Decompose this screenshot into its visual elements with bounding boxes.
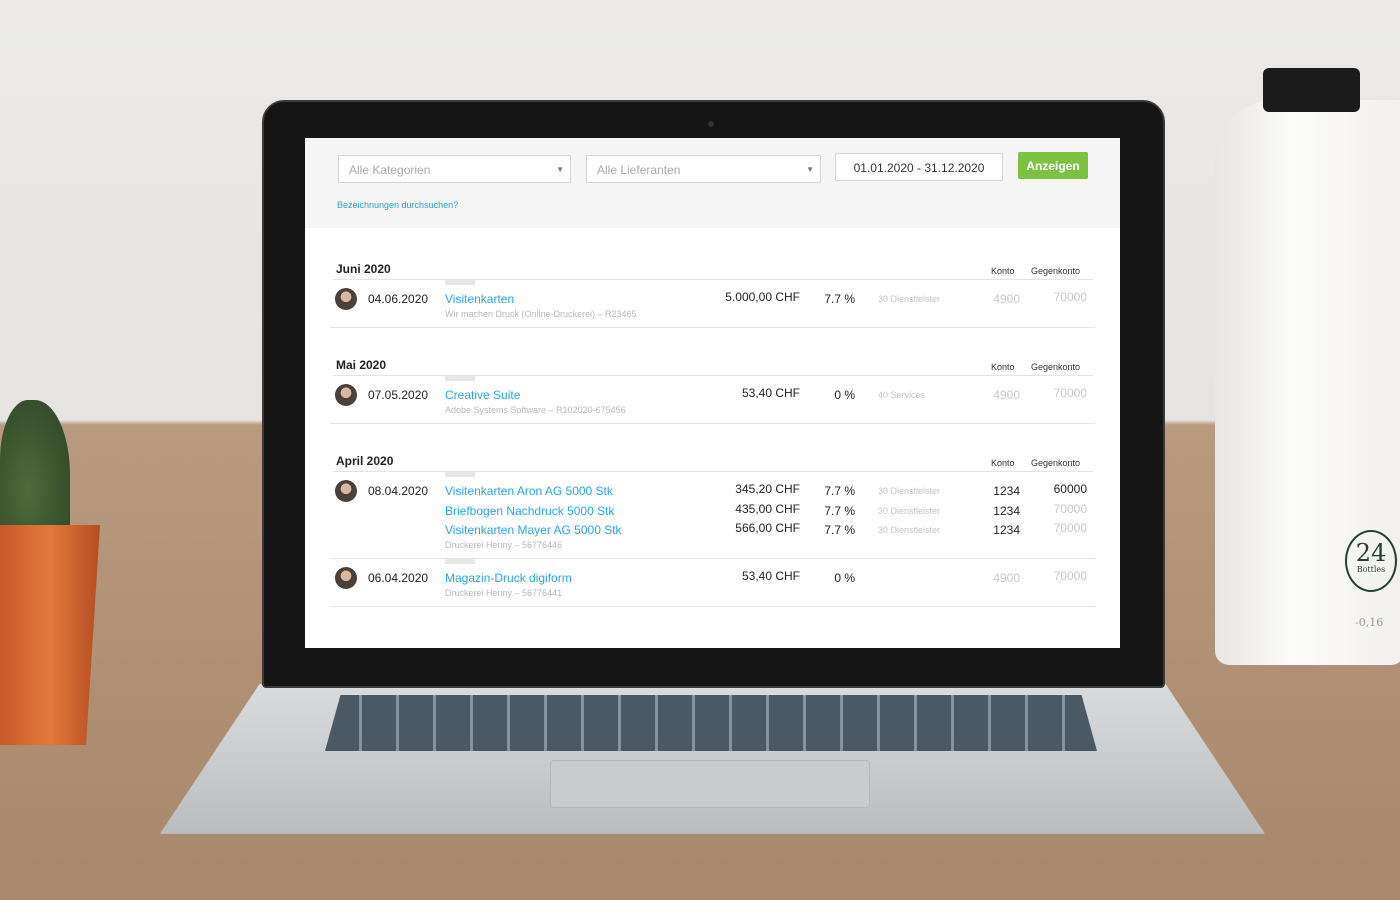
camera	[708, 121, 714, 127]
line-amount: 435,00 CHF	[735, 501, 800, 516]
avatar	[335, 567, 357, 589]
entry-supplier: Druckerei Henny – 56776441	[445, 588, 563, 598]
keyboard	[325, 695, 1097, 751]
bottle-text: -0,16	[1355, 616, 1384, 629]
section-title: Juni 2020	[336, 262, 391, 276]
divider	[330, 423, 1095, 424]
row-handle[interactable]	[445, 559, 475, 564]
divider	[330, 327, 1095, 328]
entry-supplier: Wir machen Druck (Online-Druckerei) – R2…	[445, 309, 637, 319]
line-vat: 7.7 %	[824, 503, 855, 518]
entry-supplier: Druckerei Henny – 56776446	[445, 540, 563, 550]
avatar	[335, 480, 357, 502]
line-gegenkonto[interactable]: 70000	[1027, 569, 1087, 583]
entry-date: 08.04.2020	[368, 484, 429, 498]
line-category[interactable]: 30 Dienstleister	[878, 525, 940, 535]
entry-date: 06.04.2020	[368, 571, 429, 585]
avatar	[335, 288, 357, 310]
line-konto[interactable]: 4900	[960, 292, 1020, 306]
line-category[interactable]: 30 Dienstleister	[878, 506, 940, 516]
show-button[interactable]: Anzeigen	[1018, 152, 1088, 179]
line-amount: 53,40 CHF	[741, 569, 800, 583]
chevron-down-icon: ▼	[556, 165, 564, 174]
line-category[interactable]: 30 Dienstleister	[878, 486, 940, 496]
konto-header: Konto	[991, 458, 1015, 468]
supplier-placeholder: Alle Lieferanten	[597, 163, 681, 177]
line-description[interactable]: Briefbogen Nachdruck 5000 Stk	[445, 504, 614, 518]
line-gegenkonto[interactable]: 70000	[1027, 502, 1087, 516]
gegenkonto-header: Gegenkonto	[1031, 266, 1081, 276]
filter-bar: Alle Kategorien ▼ Alle Lieferanten ▼ 01.01…	[305, 138, 1120, 228]
line-category[interactable]: 40 Services	[878, 390, 925, 400]
chevron-down-icon: ▼	[806, 165, 814, 174]
line-amount: 5.000,00 CHF	[725, 290, 800, 304]
line-description[interactable]: Magazin-Druck digiform	[445, 571, 572, 585]
line-vat: 0 %	[834, 388, 855, 402]
line-konto[interactable]: 4900	[960, 388, 1020, 402]
line-amount: 345,20 CHF	[735, 482, 800, 496]
search-descriptions-link[interactable]: Bezeichnungen durchsuchen?	[337, 200, 458, 210]
line-vat: 0 %	[834, 571, 855, 585]
date-range-input[interactable]: 01.01.2020 - 31.12.2020	[835, 153, 1003, 181]
app-screen: Alle Kategorien ▼ Alle Lieferanten ▼ 01.01…	[305, 138, 1120, 648]
line-gegenkonto[interactable]: 70000	[1027, 521, 1087, 535]
line-description[interactable]: Creative Suite	[445, 388, 520, 402]
bottle-cap	[1263, 68, 1360, 112]
supplier-select[interactable]: Alle Lieferanten ▼	[586, 155, 821, 183]
row-handle[interactable]	[445, 472, 475, 477]
category-select[interactable]: Alle Kategorien ▼	[338, 155, 571, 183]
line-gegenkonto[interactable]: 70000	[1027, 290, 1087, 304]
line-konto[interactable]: 1234	[960, 523, 1020, 537]
line-description[interactable]: Visitenkarten	[445, 292, 514, 306]
gegenkonto-header: Gegenkonto	[1031, 458, 1081, 468]
line-konto[interactable]: 4900	[960, 571, 1020, 585]
line-vat: 7.7 %	[824, 484, 855, 498]
line-gegenkonto[interactable]: 60000	[1027, 482, 1087, 496]
line-amount: 566,00 CHF	[735, 521, 800, 535]
gegenkonto-header: Gegenkonto	[1031, 362, 1081, 372]
divider	[330, 606, 1095, 607]
trackpad	[550, 760, 870, 808]
bottle-logo: 24 Bottles	[1345, 530, 1397, 592]
avatar	[335, 384, 357, 406]
line-category[interactable]: 30 Dienstleister	[878, 294, 940, 304]
section-title: April 2020	[336, 454, 394, 468]
line-description[interactable]: Visitenkarten Mayer AG 5000 Stk	[445, 523, 622, 537]
row-handle[interactable]	[445, 376, 475, 381]
konto-header: Konto	[991, 266, 1015, 276]
line-konto[interactable]: 1234	[960, 484, 1020, 498]
line-gegenkonto[interactable]: 70000	[1027, 386, 1087, 400]
flower-pot	[0, 525, 100, 745]
row-handle[interactable]	[445, 280, 475, 285]
line-vat: 7.7 %	[824, 523, 855, 537]
entry-date: 07.05.2020	[368, 388, 429, 402]
line-description[interactable]: Visitenkarten Aron AG 5000 Stk	[445, 484, 613, 498]
entry-supplier: Adobe Systems Software – R102020-675456	[445, 405, 626, 415]
line-konto[interactable]: 1234	[960, 504, 1020, 518]
line-vat: 7.7 %	[824, 292, 855, 306]
konto-header: Konto	[991, 362, 1015, 372]
section-title: Mai 2020	[336, 358, 387, 372]
entry-date: 04.06.2020	[368, 292, 429, 306]
category-placeholder: Alle Kategorien	[349, 163, 431, 177]
line-amount: 53,40 CHF	[741, 386, 800, 400]
